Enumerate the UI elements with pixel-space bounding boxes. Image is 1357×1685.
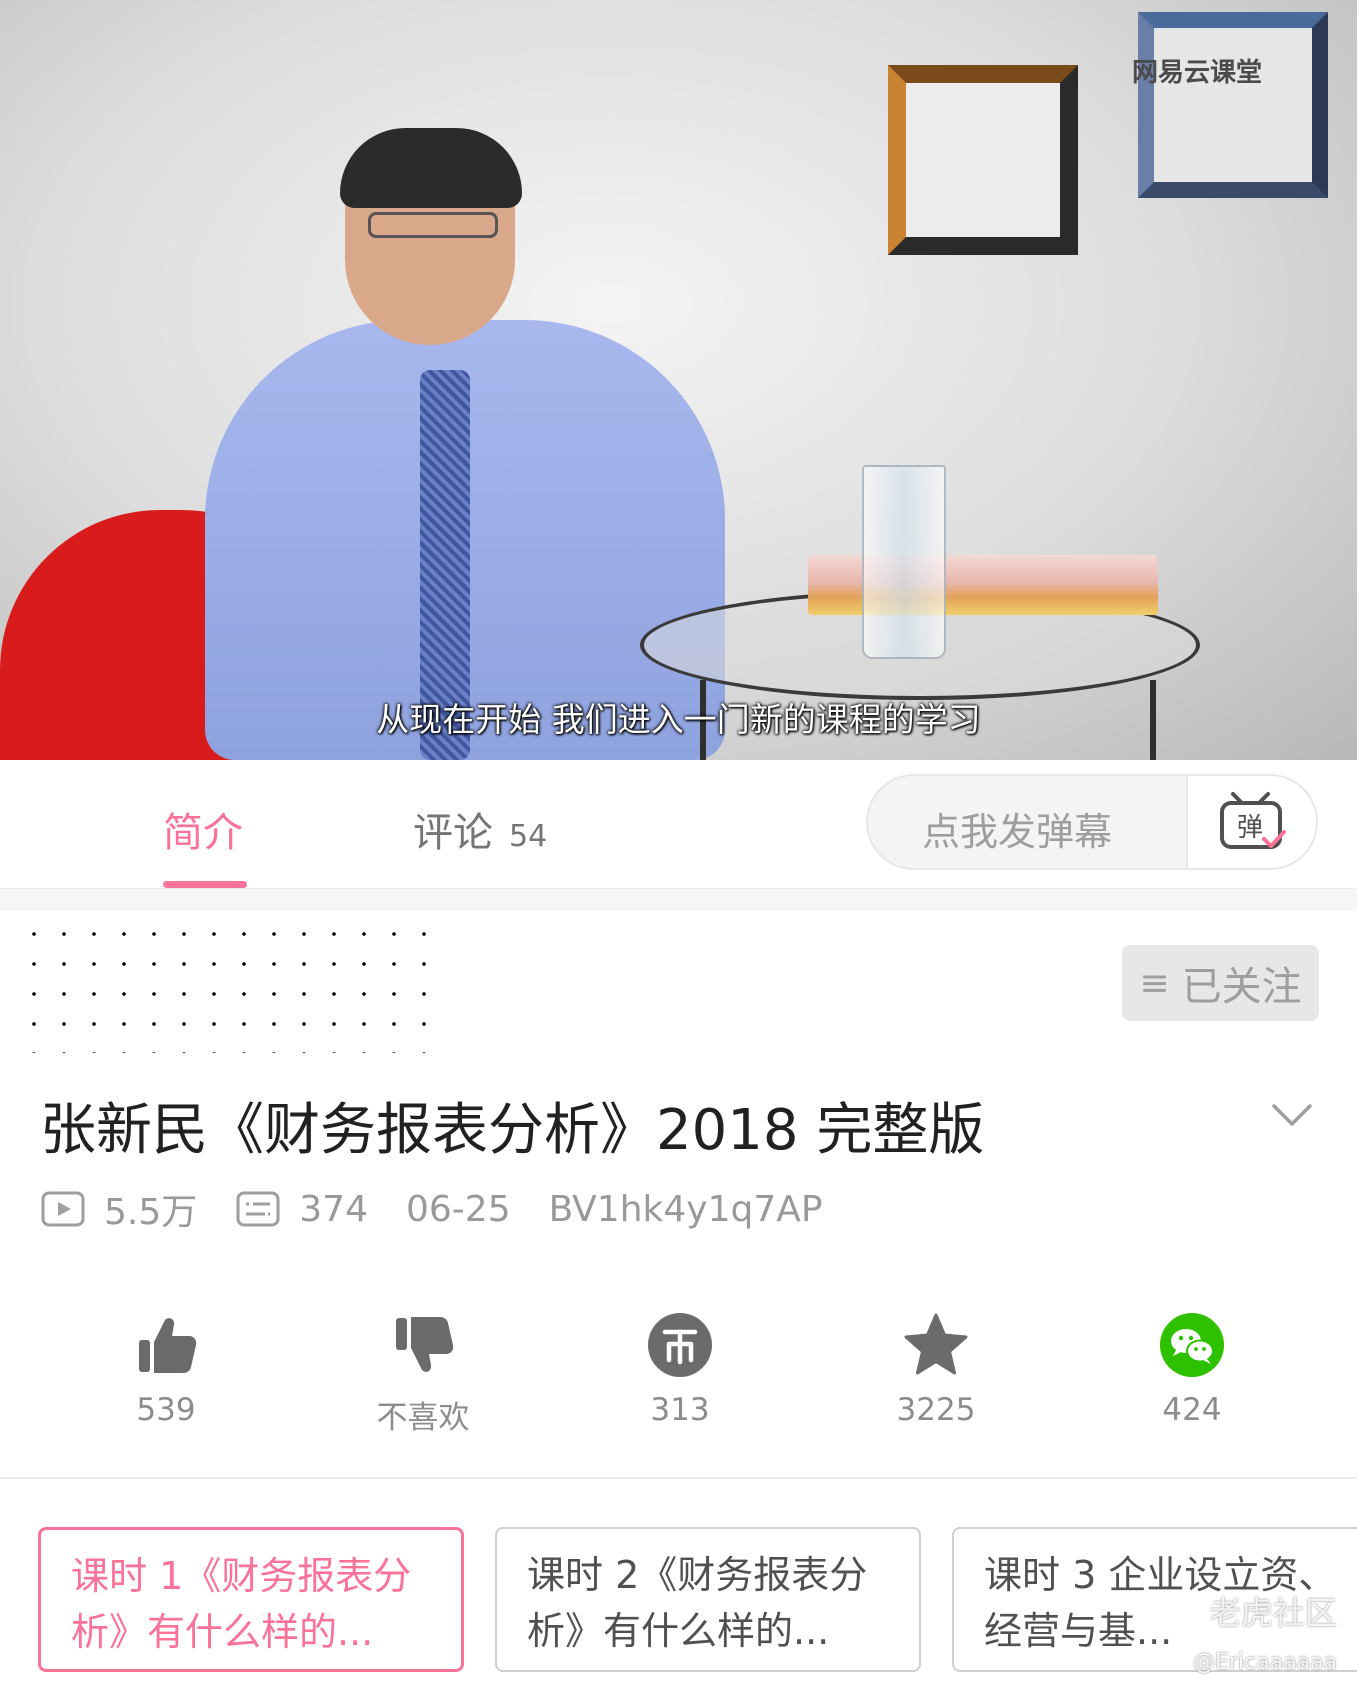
video-meta: 5.5万 374 06-25 BV1hk4y1q7AP [40,1184,823,1234]
water-glass [862,465,946,659]
episode-title: 课时 2《财务报表分析》有什么样的... [527,1553,868,1653]
coin-count: 313 [650,1392,710,1428]
episode-list[interactable]: 课时 1《财务报表分析》有什么样的... 课时 2《财务报表分析》有什么样的..… [38,1527,1357,1672]
menu-icon: ≡ [1139,962,1170,1004]
dislike-button[interactable]: 不喜欢 [333,1310,513,1437]
follow-button[interactable]: ≡ 已关注 [1122,945,1319,1021]
dislike-label: 不喜欢 [376,1400,470,1436]
play-count-icon [41,1191,85,1227]
wall-picture-frame [1138,12,1328,198]
like-button[interactable]: 539 [76,1310,256,1428]
presenter-glasses [368,212,498,238]
bvid: BV1hk4y1q7AP [548,1188,823,1230]
episode-title: 课时 1《财务报表分析》有什么样的... [71,1554,412,1654]
favorite-button[interactable]: 3225 [846,1310,1026,1428]
thumbs-up-icon [139,1318,197,1373]
share-button[interactable]: 424 [1102,1310,1282,1428]
active-tab-indicator [163,881,247,888]
book-stack [808,555,1158,615]
user-watermark: @Ericaaaaaa [1192,1650,1337,1675]
comment-count: 54 [509,819,548,854]
tab-comments-label: 评论 [413,810,493,856]
community-watermark: 老虎社区 [1208,1594,1337,1632]
danmaku-box[interactable]: 点我发弹幕 弹 [866,774,1318,870]
tab-intro[interactable]: 简介 [163,800,243,858]
danmaku-tv-icon: 弹 [1220,792,1286,849]
favorite-count: 3225 [896,1392,976,1428]
video-title: 张新民《财务报表分析》2018 完整版 [40,1098,985,1163]
tab-comments[interactable]: 评论 54 [413,800,547,858]
star-icon [904,1313,968,1375]
view-count: 5.5万 [104,1192,198,1233]
episode-card[interactable]: 课时 1《财务报表分析》有什么样的... [38,1527,464,1672]
divider [0,1477,1357,1479]
danmaku-count: 374 [299,1188,368,1230]
publish-date: 06-25 [405,1188,511,1230]
svg-text:弹: 弹 [1237,813,1263,843]
video-player[interactable]: 网易云课堂 从现在开始 我们进入一门新的课程的学习 [0,0,1357,760]
coin-icon [648,1313,712,1377]
video-watermark: 网易云课堂 [1132,58,1263,88]
danmaku-button[interactable]: 弹 [1186,776,1316,868]
action-bar: 539 不喜欢 313 3225 424 [0,1310,1357,1440]
uploader-avatar-placeholder[interactable] [15,915,430,1053]
follow-label: 已关注 [1181,964,1302,1010]
danmaku-input[interactable]: 点我发弹幕 [922,801,1112,856]
episode-card[interactable]: 课时 2《财务报表分析》有什么样的... [495,1527,921,1672]
share-count: 424 [1162,1392,1222,1428]
section-separator [0,889,1357,911]
like-count: 539 [136,1392,196,1428]
presenter-hair [340,128,522,208]
video-subtitle: 从现在开始 我们进入一门新的课程的学习 [376,700,981,739]
thumbs-down-icon [396,1317,454,1372]
chevron-down-icon[interactable] [1268,1090,1316,1138]
tab-bar: 简介 评论 54 点我发弹幕 弹 [0,760,1357,889]
wall-picture-frame [888,65,1078,255]
wechat-icon [1160,1313,1224,1377]
coin-button[interactable]: 313 [590,1310,770,1428]
danmaku-count-icon [236,1191,280,1227]
